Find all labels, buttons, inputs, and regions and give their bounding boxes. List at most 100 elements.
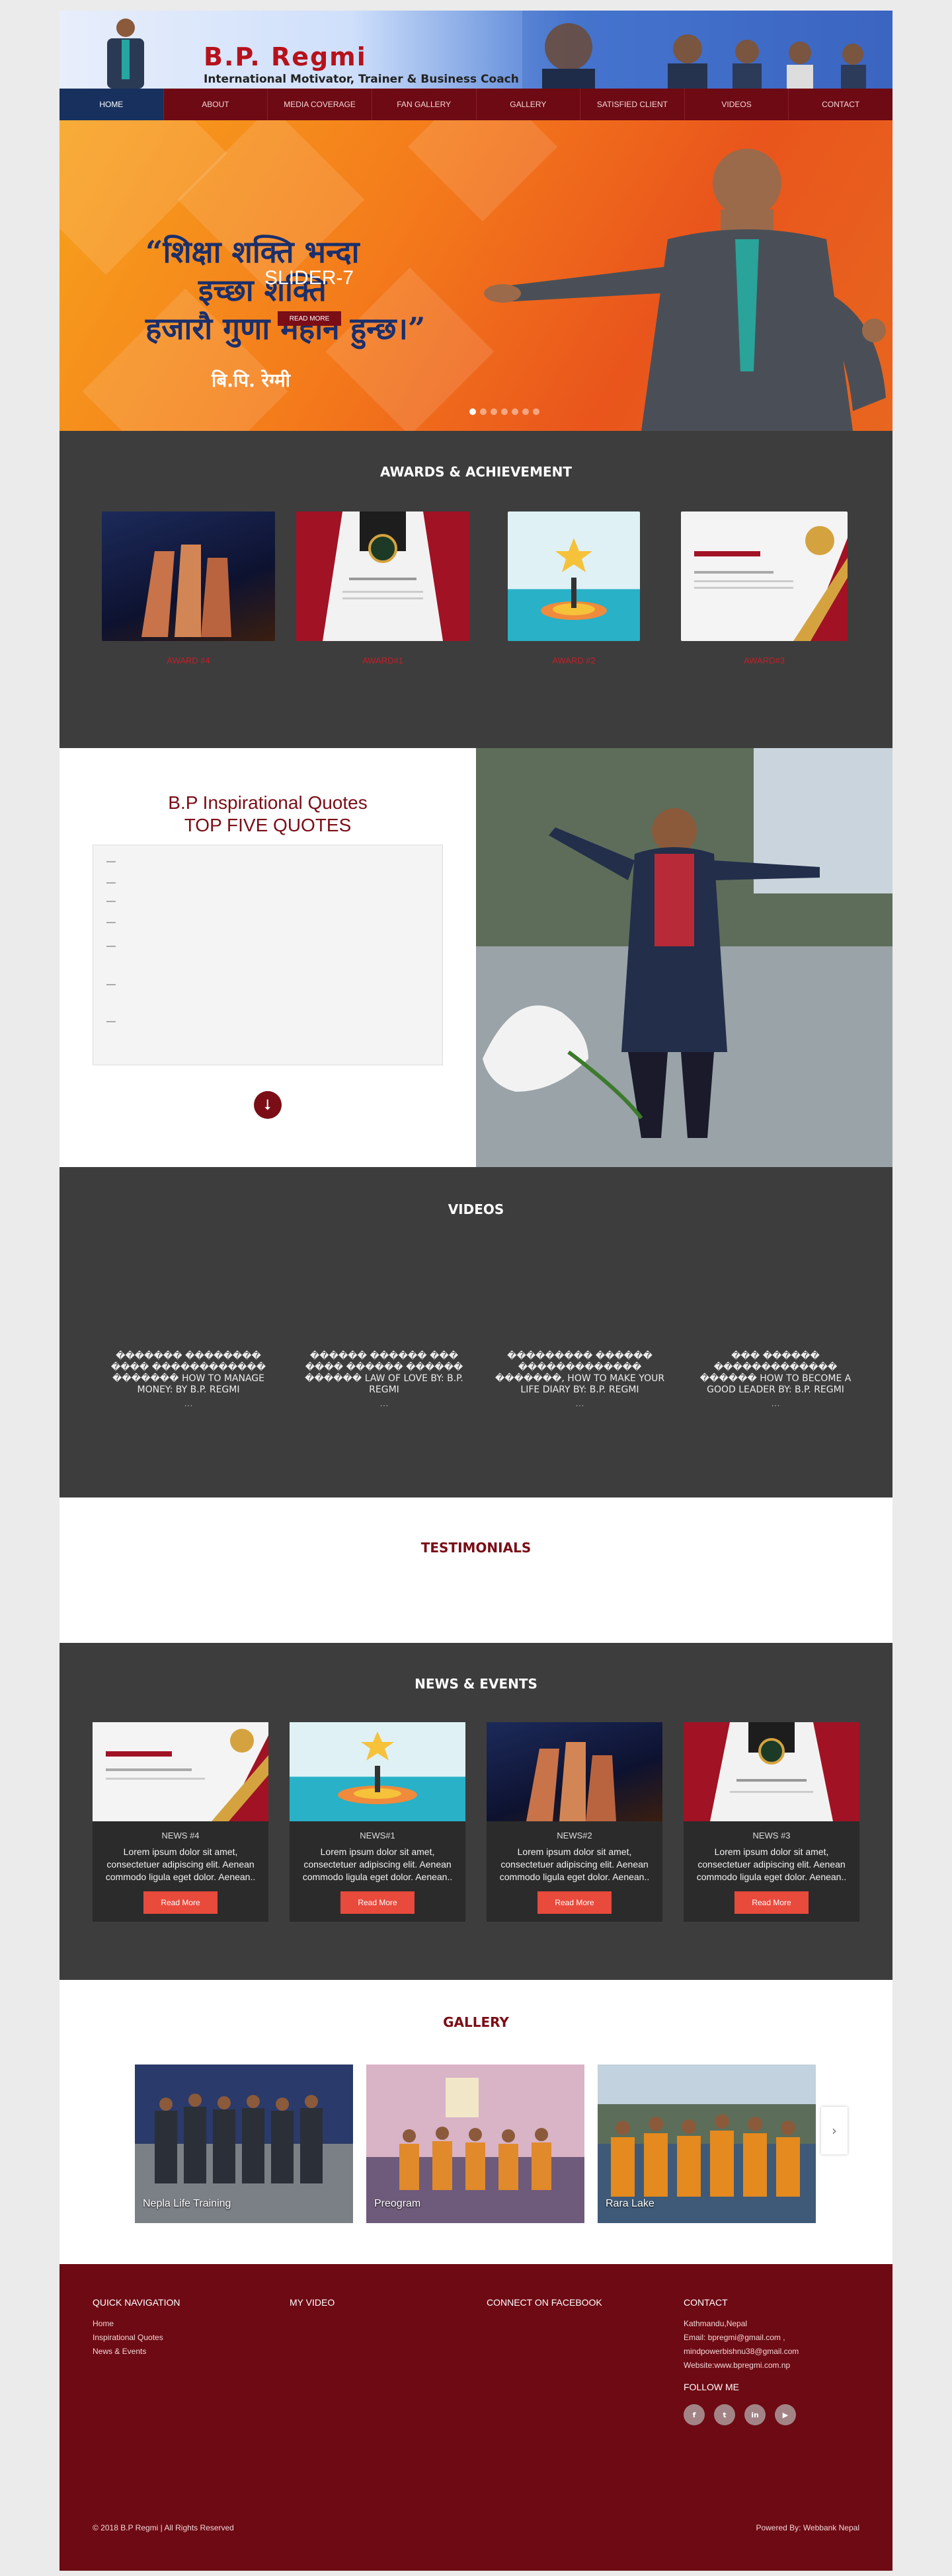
nav-about[interactable]: ABOUT (164, 89, 268, 120)
video-ellipsis: ... (771, 1398, 780, 1409)
quotes-photo (476, 748, 892, 1167)
footer-video: MY VIDEO (290, 2297, 335, 2317)
news-image (290, 1722, 465, 1821)
gallery-caption: Nepla Life Training (143, 2198, 231, 2209)
footer-link-home[interactable]: Home (93, 2317, 180, 2331)
scroll-down-button[interactable]: ⭣ (254, 1091, 282, 1119)
follow-heading: FOLLOW ME (684, 2382, 740, 2392)
news-image (487, 1722, 662, 1821)
gallery-next-button[interactable]: › (821, 2107, 848, 2154)
news-section: NEWS & EVENTS NEWS #4 Lorem ipsum dolor … (60, 1643, 892, 1980)
news-body: Lorem ipsum dolor sit amet, consectetuer… (696, 1846, 847, 1882)
footer-heading: QUICK NAVIGATION (93, 2297, 180, 2308)
slider-dot[interactable] (522, 408, 529, 415)
news-title[interactable]: NEWS#2 (487, 1831, 662, 1840)
footer-link-quotes[interactable]: Inspirational Quotes (93, 2331, 180, 2345)
testimonials-title: TESTIMONIALS (420, 1540, 532, 1556)
video-ellipsis: ... (184, 1398, 193, 1409)
powered-by[interactable]: Powered By: Webbank Nepal (756, 2523, 859, 2532)
quotes-panel: B.P Inspirational Quotes TOP FIVE QUOTES… (60, 748, 476, 1167)
news-title[interactable]: NEWS #3 (684, 1831, 859, 1840)
page: B.P. Regmi International Motivator, Trai… (60, 11, 892, 2571)
slider-read-more-button[interactable]: READ MORE (278, 311, 341, 326)
award-card[interactable]: AWARD#3 (681, 511, 848, 665)
slider-dot[interactable] (501, 408, 508, 415)
video-title[interactable]: ��� ������ ������������� ������ HOW TO B… (700, 1351, 852, 1395)
video-ellipsis: ... (575, 1398, 584, 1409)
news-card: NEWS#1 Lorem ipsum dolor sit amet, conse… (290, 1722, 465, 1922)
nav-fan-gallery[interactable]: FAN GALLERY (372, 89, 477, 120)
quotes-title-line: B.P Inspirational Quotes (168, 792, 368, 813)
header-portrait (107, 19, 144, 89)
slider-dot[interactable] (533, 408, 539, 415)
footer-facebook: CONNECT ON FACEBOOK (487, 2297, 602, 2317)
video-item[interactable]: ��� ������ ������������� ������ HOW TO B… (689, 1351, 862, 1410)
news-title[interactable]: NEWS#1 (290, 1831, 465, 1840)
news-title: NEWS & EVENTS (415, 1676, 537, 1692)
slider-dot[interactable] (491, 408, 497, 415)
youtube-icon[interactable]: ▶ (775, 2404, 796, 2425)
contact-website[interactable]: Website:www.bpregmi.com.np (684, 2359, 799, 2372)
quote-line (106, 882, 116, 884)
award-label: AWARD #2 (552, 656, 596, 665)
award-card[interactable]: AWARD #4 (102, 511, 275, 665)
quote-line (106, 861, 116, 862)
video-title[interactable]: ������ ������ ��� ���� ������ ������ ���… (305, 1351, 463, 1395)
site-footer: QUICK NAVIGATION Home Inspirational Quot… (60, 2264, 892, 2571)
award-label: AWARD#3 (744, 656, 785, 665)
slider-dots (469, 408, 539, 415)
contact-email-alt[interactable]: mindpowerbishnu38@gmail.com (684, 2345, 799, 2359)
facebook-icon[interactable]: f (684, 2404, 705, 2425)
award-card[interactable]: AWARD #2 (508, 511, 640, 665)
slider-speaker-photo (484, 149, 886, 431)
read-more-button[interactable]: Read More (734, 1891, 809, 1914)
video-title[interactable]: ��������� ������ ������������� �������, … (495, 1351, 664, 1395)
read-more-button[interactable]: Read More (143, 1891, 218, 1914)
slider-dot[interactable] (512, 408, 518, 415)
video-item[interactable]: ������ ������ ��� ���� ������ ������ ���… (298, 1351, 471, 1410)
quote-line (106, 984, 116, 985)
slider-title: SLIDER-7 (264, 267, 354, 289)
nav-gallery[interactable]: GALLERY (477, 89, 581, 120)
gallery-item[interactable]: Nepla Life Training (135, 2065, 353, 2223)
certificate-image (106, 1729, 268, 1821)
news-title[interactable]: NEWS #4 (93, 1831, 268, 1840)
slider-dot[interactable] (469, 408, 476, 415)
trophy-image (141, 545, 231, 637)
nav-videos[interactable]: VIDEOS (685, 89, 789, 120)
news-image (93, 1722, 268, 1821)
certificate-image (684, 1722, 859, 1821)
videos-section: VIDEOS ������� �������� ���� �����������… (60, 1167, 892, 1497)
news-body: Lorem ipsum dolor sit amet, consectetuer… (302, 1846, 453, 1882)
footer-heading: CONNECT ON FACEBOOK (487, 2297, 602, 2308)
gallery-caption: Rara Lake (606, 2198, 654, 2209)
linkedin-icon[interactable]: in (744, 2404, 766, 2425)
hero-slider: “शिक्षा शक्ति भन्दा इच्छा शक्ति हजारौ गु… (60, 120, 892, 431)
brand-name[interactable]: B.P. Regmi (204, 42, 367, 71)
quotes-title-line: TOP FIVE QUOTES (184, 815, 352, 835)
nav-home[interactable]: HOME (60, 89, 164, 120)
award-label: AWARD #4 (167, 656, 210, 665)
site-header: B.P. Regmi International Motivator, Trai… (60, 11, 892, 89)
video-title[interactable]: ������� �������� ���� ������������ �����… (111, 1351, 266, 1395)
video-item[interactable]: ��������� ������ ������������� �������, … (493, 1351, 666, 1410)
news-body: Lorem ipsum dolor sit amet, consectetuer… (499, 1846, 650, 1882)
gallery-caption: Preogram (374, 2198, 421, 2209)
footer-link-news[interactable]: News & Events (93, 2345, 180, 2359)
gallery-item[interactable]: Rara Lake (598, 2065, 816, 2223)
goal-illustration (541, 538, 607, 620)
gallery-item[interactable]: Preogram (366, 2065, 584, 2223)
news-card: NEWS #4 Lorem ipsum dolor sit amet, cons… (93, 1722, 268, 1922)
nav-satisfied-client[interactable]: SATISFIED CLIENT (580, 89, 685, 120)
read-more-button[interactable]: Read More (537, 1891, 612, 1914)
copyright: © 2018 B.P Regmi | All Rights Reserved (93, 2523, 234, 2532)
read-more-button[interactable]: Read More (340, 1891, 415, 1914)
award-card[interactable]: AWARD#1 (296, 511, 469, 665)
nav-contact[interactable]: CONTACT (789, 89, 892, 120)
contact-email[interactable]: Email: bpregmi@gmail.com , (684, 2331, 799, 2345)
video-item[interactable]: ������� �������� ���� ������������ �����… (102, 1351, 275, 1410)
slider-dot[interactable] (480, 408, 487, 415)
awards-section: AWARDS & ACHIEVEMENT AWARD #4 AWARD#1 AW… (60, 431, 892, 748)
nav-media-coverage[interactable]: MEDIA COVERAGE (268, 89, 372, 120)
twitter-icon[interactable]: t (714, 2404, 735, 2425)
